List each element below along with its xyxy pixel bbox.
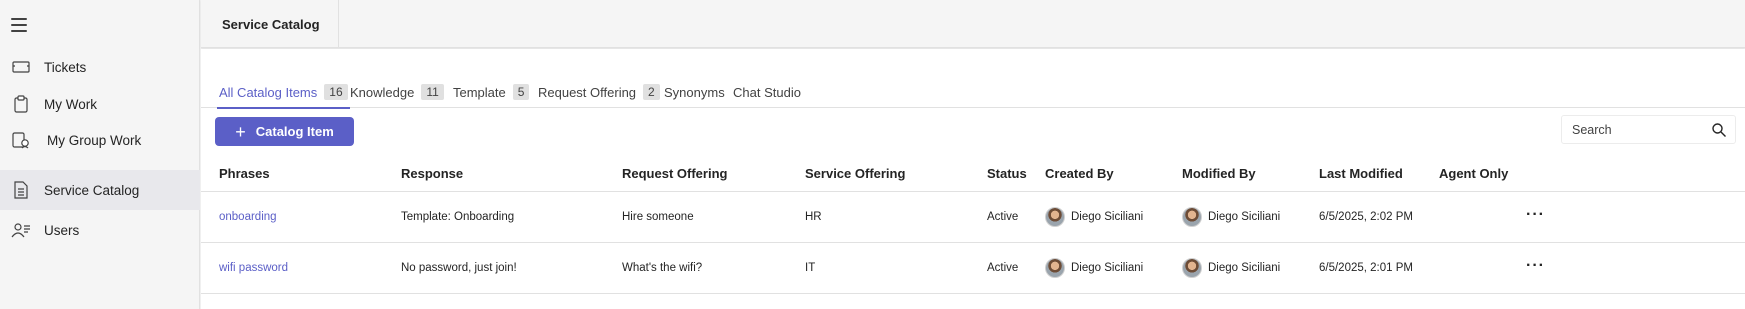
column-header-status[interactable]: Status <box>987 154 1027 192</box>
column-header-agent-only[interactable]: Agent Only <box>1439 154 1508 192</box>
more-options-icon[interactable]: ··· <box>1526 258 1545 274</box>
hamburger-menu-icon[interactable] <box>11 18 27 32</box>
modified-by-cell: Diego Siciliani <box>1182 243 1280 293</box>
clipboard-icon <box>10 94 32 114</box>
phrase-link[interactable]: wifi password <box>219 243 288 293</box>
table-row[interactable]: wifi password No password, just join! Wh… <box>201 243 1745 294</box>
user-name: Diego Siciliani <box>1208 262 1281 274</box>
tab-chat-studio[interactable]: Chat Studio <box>733 76 801 108</box>
search-input[interactable] <box>1572 122 1702 137</box>
created-by-cell: Diego Siciliani <box>1045 243 1143 293</box>
status-cell: Active <box>987 211 1019 223</box>
avatar <box>1182 207 1202 227</box>
sidebar-item-tickets[interactable]: Tickets <box>0 47 200 87</box>
app-window: Tickets My Work My Group Work Service Ca… <box>0 0 1745 309</box>
response-cell: Template: Onboarding <box>401 211 515 223</box>
sidebar-item-label: Tickets <box>44 59 87 75</box>
avatar <box>1182 258 1202 278</box>
response-cell: No password, just join! <box>401 262 517 274</box>
sidebar-item-my-work[interactable]: My Work <box>0 84 200 124</box>
document-icon <box>10 180 32 200</box>
tab-label: Knowledge <box>350 84 415 100</box>
user-name: Diego Siciliani <box>1071 262 1144 274</box>
sidebar: Tickets My Work My Group Work Service Ca… <box>0 0 200 309</box>
column-header-created-by[interactable]: Created By <box>1045 154 1114 192</box>
tab-label: Synonyms <box>664 84 725 100</box>
modified-by-cell: Diego Siciliani <box>1182 192 1280 242</box>
search-icon[interactable] <box>1711 122 1727 138</box>
tab-bar: All Catalog Items 16 Knowledge 11 Template… <box>201 76 1745 109</box>
request-offering-cell: Hire someone <box>622 211 694 223</box>
sidebar-item-users[interactable]: Users <box>0 210 200 250</box>
ticket-icon <box>10 57 32 77</box>
sidebar-item-label: Service Catalog <box>44 182 140 198</box>
phrase-link[interactable]: onboarding <box>219 192 277 242</box>
main-content: All Catalog Items 16 Knowledge 11 Template… <box>201 49 1745 309</box>
tab-all-catalog-items[interactable]: All Catalog Items 16 <box>217 76 350 109</box>
last-modified-cell: 6/5/2025, 2:02 PM <box>1319 211 1413 223</box>
catalog-table: Phrases Response Request Offering Servic… <box>201 154 1745 294</box>
status-cell: Active <box>987 262 1019 274</box>
tab-request-offering[interactable]: Request Offering 2 <box>538 76 660 108</box>
service-offering-cell: IT <box>805 262 816 274</box>
user-name: Diego Siciliani <box>1071 211 1144 223</box>
tab-template[interactable]: Template 5 <box>453 76 530 108</box>
sidebar-item-label: Users <box>44 222 80 238</box>
created-by-cell: Diego Siciliani <box>1045 192 1143 242</box>
users-icon <box>10 220 32 240</box>
sidebar-item-service-catalog[interactable]: Service Catalog <box>0 170 200 210</box>
table-header: Phrases Response Request Offering Servic… <box>201 154 1745 192</box>
column-header-phrases[interactable]: Phrases <box>219 154 270 192</box>
tab-label: Request Offering <box>538 84 637 100</box>
request-offering-cell: What's the wifi? <box>622 262 703 274</box>
tab-label: Chat Studio <box>733 84 801 100</box>
plus-icon: + <box>235 121 246 142</box>
user-name: Diego Siciliani <box>1208 211 1281 223</box>
page-title[interactable]: Service Catalog <box>201 0 339 48</box>
sidebar-item-my-group-work[interactable]: My Group Work <box>0 120 200 160</box>
search-box[interactable] <box>1561 115 1736 144</box>
column-header-last-modified[interactable]: Last Modified <box>1319 154 1403 192</box>
tab-count-badge: 5 <box>512 84 530 100</box>
group-work-icon <box>10 130 32 150</box>
column-header-service-offering[interactable]: Service Offering <box>805 154 905 192</box>
avatar <box>1045 207 1065 227</box>
tab-label: All Catalog Items <box>219 84 318 100</box>
service-offering-cell: HR <box>805 211 822 223</box>
tab-count-badge: 2 <box>643 84 660 100</box>
column-header-modified-by[interactable]: Modified By <box>1182 154 1256 192</box>
sidebar-item-label: My Work <box>44 96 97 112</box>
column-header-response[interactable]: Response <box>401 154 463 192</box>
header-bar: Service Catalog <box>201 0 1745 48</box>
tab-synonyms[interactable]: Synonyms <box>664 76 725 108</box>
last-modified-cell: 6/5/2025, 2:01 PM <box>1319 262 1413 274</box>
tab-label: Template <box>453 84 506 100</box>
tab-knowledge[interactable]: Knowledge 11 <box>350 76 444 108</box>
table-row[interactable]: onboarding Template: Onboarding Hire som… <box>201 192 1745 243</box>
add-catalog-item-button[interactable]: + Catalog Item <box>215 117 354 146</box>
sidebar-item-label: My Group Work <box>47 132 142 148</box>
tab-count-badge: 16 <box>324 84 348 100</box>
avatar <box>1045 258 1065 278</box>
more-options-icon[interactable]: ··· <box>1526 207 1545 223</box>
column-header-request-offering[interactable]: Request Offering <box>622 154 727 192</box>
add-button-label: Catalog Item <box>255 124 334 139</box>
tab-count-badge: 11 <box>421 84 444 100</box>
